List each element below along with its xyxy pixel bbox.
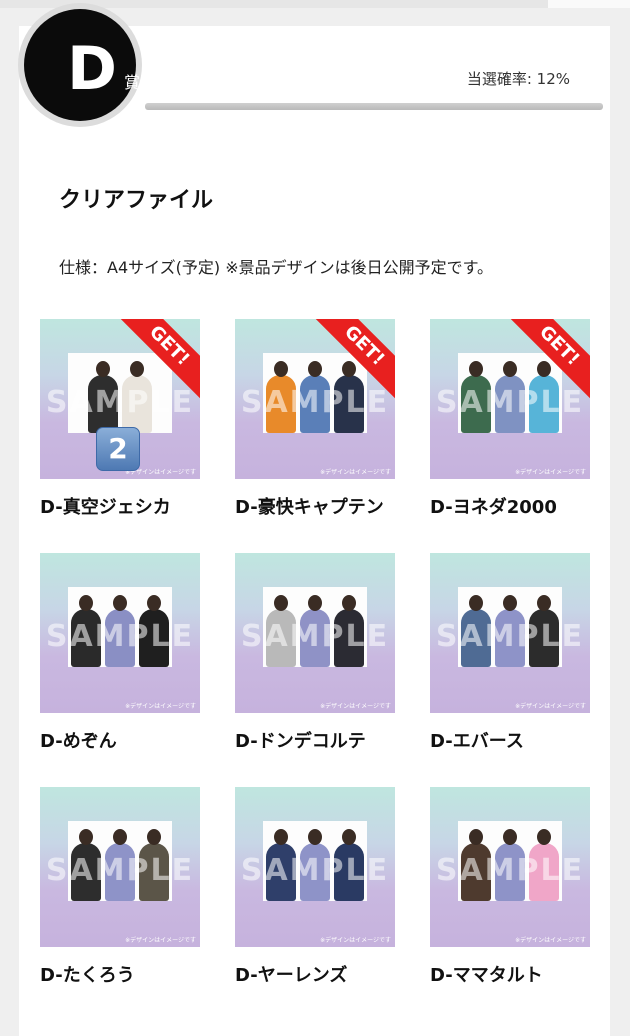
design-note: ※デザインはイメージです bbox=[515, 703, 586, 710]
top-strip-right bbox=[548, 0, 630, 8]
prize-label: D-めぞん bbox=[40, 731, 117, 752]
prize-title: クリアファイル bbox=[59, 188, 214, 213]
prize-item[interactable]: SAMPLE ※デザインはイメージです GET! D-豪快キャプテン bbox=[235, 319, 395, 519]
prize-label: D-たくろう bbox=[40, 965, 135, 986]
design-note: ※デザインはイメージです bbox=[515, 937, 586, 944]
design-note: ※デザインはイメージです bbox=[320, 937, 391, 944]
prize-label: D-ヤーレンズ bbox=[235, 965, 348, 986]
prize-rank-badge: D 賞 bbox=[24, 9, 140, 121]
prize-rank-suffix: 賞 bbox=[124, 73, 141, 92]
prize-label: D-ドンデコルテ bbox=[235, 731, 366, 752]
owned-count-badge: 2 bbox=[96, 427, 140, 471]
prize-rank-letter: D bbox=[67, 34, 117, 104]
design-note: ※デザインはイメージです bbox=[515, 469, 586, 476]
design-note: ※デザインはイメージです bbox=[125, 703, 196, 710]
prize-item[interactable]: SAMPLE ※デザインはイメージです D-ヤーレンズ bbox=[235, 787, 395, 987]
prize-thumbnail[interactable]: SAMPLE ※デザインはイメージです bbox=[40, 553, 200, 713]
win-rate: 当選確率: 12% bbox=[466, 70, 570, 88]
sample-watermark: SAMPLE bbox=[435, 853, 585, 888]
prize-thumbnail[interactable]: SAMPLE ※デザインはイメージです bbox=[235, 787, 395, 947]
design-note: ※デザインはイメージです bbox=[320, 703, 391, 710]
prize-spec: 仕様：A4サイズ(予定) ※景品デザインは後日公開予定です。 bbox=[59, 258, 494, 277]
prize-thumbnail[interactable]: SAMPLE ※デザインはイメージです bbox=[235, 553, 395, 713]
prize-label: D-真空ジェシカ bbox=[40, 497, 171, 518]
design-note: ※デザインはイメージです bbox=[320, 469, 391, 476]
prize-thumbnail[interactable]: SAMPLE ※デザインはイメージです GET! bbox=[430, 319, 590, 479]
prize-item[interactable]: SAMPLE ※デザインはイメージです D-エバース bbox=[430, 553, 590, 753]
sample-watermark: SAMPLE bbox=[45, 853, 195, 888]
sample-watermark: SAMPLE bbox=[240, 385, 390, 420]
prize-card: 当選確率: 12% クリアファイル 仕様：A4サイズ(予定) ※景品デザインは後… bbox=[19, 26, 610, 1036]
prize-thumbnail[interactable]: SAMPLE ※デザインはイメージです GET! bbox=[235, 319, 395, 479]
sample-watermark: SAMPLE bbox=[240, 619, 390, 654]
sample-watermark: SAMPLE bbox=[435, 619, 585, 654]
sample-watermark: SAMPLE bbox=[45, 619, 195, 654]
prize-label: D-ヨネダ2000 bbox=[430, 497, 557, 518]
prize-item[interactable]: SAMPLE ※デザインはイメージです D-めぞん bbox=[40, 553, 200, 753]
prize-item[interactable]: SAMPLE ※デザインはイメージです D-ママタルト bbox=[430, 787, 590, 987]
prize-header-bar bbox=[145, 103, 603, 110]
prize-label: D-エバース bbox=[430, 731, 524, 752]
prize-label: D-豪快キャプテン bbox=[235, 497, 384, 518]
design-note: ※デザインはイメージです bbox=[125, 937, 196, 944]
prize-thumbnail[interactable]: SAMPLE ※デザインはイメージです bbox=[430, 553, 590, 713]
prize-item[interactable]: SAMPLE ※デザインはイメージです D-たくろう bbox=[40, 787, 200, 987]
prize-thumbnail[interactable]: SAMPLE ※デザインはイメージです bbox=[430, 787, 590, 947]
prize-thumbnail[interactable]: SAMPLE ※デザインはイメージです GET! 2 bbox=[40, 319, 200, 479]
prize-item[interactable]: SAMPLE ※デザインはイメージです GET! 2 D-真空ジェシカ bbox=[40, 319, 200, 519]
prize-label: D-ママタルト bbox=[430, 965, 543, 986]
sample-watermark: SAMPLE bbox=[435, 385, 585, 420]
prize-item[interactable]: SAMPLE ※デザインはイメージです D-ドンデコルテ bbox=[235, 553, 395, 753]
sample-watermark: SAMPLE bbox=[240, 853, 390, 888]
prize-item[interactable]: SAMPLE ※デザインはイメージです GET! D-ヨネダ2000 bbox=[430, 319, 590, 519]
prize-thumbnail[interactable]: SAMPLE ※デザインはイメージです bbox=[40, 787, 200, 947]
sample-watermark: SAMPLE bbox=[45, 385, 195, 420]
